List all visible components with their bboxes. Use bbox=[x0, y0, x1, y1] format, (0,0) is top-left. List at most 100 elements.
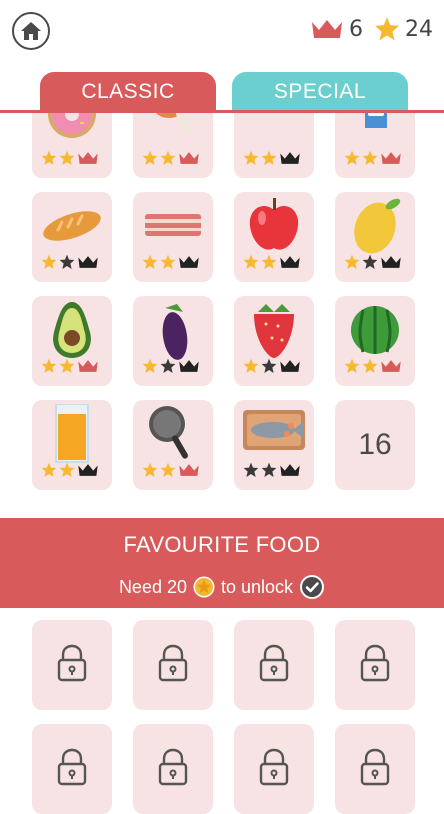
star-icon bbox=[160, 150, 176, 171]
level-card-bread[interactable] bbox=[32, 192, 112, 282]
level-rating bbox=[344, 254, 402, 275]
level-card-apple[interactable] bbox=[234, 192, 314, 282]
tab-special[interactable]: SPECIAL bbox=[232, 72, 408, 112]
chicken-leg-icon bbox=[133, 113, 213, 150]
crown-icon bbox=[380, 150, 402, 171]
level-rating bbox=[243, 254, 301, 275]
locked-level-card[interactable] bbox=[32, 724, 112, 814]
check-circle-icon bbox=[300, 575, 325, 599]
level-card-fish[interactable] bbox=[234, 400, 314, 490]
level-card-orange-juice[interactable] bbox=[32, 400, 112, 490]
crown-icon bbox=[178, 358, 200, 379]
donut-icon bbox=[32, 113, 112, 150]
level-card-watermelon[interactable] bbox=[335, 296, 415, 386]
star-icon bbox=[142, 254, 158, 275]
locked-level-card[interactable] bbox=[335, 620, 415, 710]
star-icon bbox=[243, 358, 259, 379]
strawberry-icon bbox=[234, 302, 314, 358]
crown-count: 6 bbox=[349, 16, 363, 42]
locked-level-card[interactable] bbox=[335, 724, 415, 814]
sausage-icon bbox=[234, 113, 314, 150]
tab-special-label: SPECIAL bbox=[273, 80, 367, 103]
star-icon bbox=[142, 150, 158, 171]
crown-icon bbox=[279, 462, 301, 483]
lock-icon bbox=[358, 748, 392, 791]
level-rating bbox=[142, 254, 200, 275]
locked-level-card[interactable] bbox=[133, 724, 213, 814]
level-rating bbox=[344, 150, 402, 171]
crown-icon bbox=[380, 254, 402, 275]
star-icon bbox=[375, 17, 399, 41]
bacon-icon bbox=[133, 198, 213, 254]
level-rating bbox=[41, 150, 99, 171]
star-icon bbox=[160, 358, 176, 379]
star-icon bbox=[261, 358, 277, 379]
crown-icon bbox=[77, 254, 99, 275]
star-icon bbox=[160, 462, 176, 483]
locked-level-card[interactable] bbox=[133, 620, 213, 710]
level-rating bbox=[41, 462, 99, 483]
bread-icon bbox=[32, 198, 112, 254]
star-icon bbox=[261, 254, 277, 275]
tab-divider bbox=[0, 110, 444, 113]
level-card-bacon[interactable] bbox=[133, 192, 213, 282]
crown-icon bbox=[77, 358, 99, 379]
level-card-locked[interactable]: 16 bbox=[335, 400, 415, 490]
lock-icon bbox=[156, 748, 190, 791]
crown-icon bbox=[77, 150, 99, 171]
locked-level-card[interactable] bbox=[32, 620, 112, 710]
level-card-strawberry[interactable] bbox=[234, 296, 314, 386]
level-card-eggplant[interactable] bbox=[133, 296, 213, 386]
star-icon bbox=[142, 462, 158, 483]
level-rating bbox=[142, 462, 200, 483]
home-button[interactable] bbox=[12, 12, 50, 50]
lemon-icon bbox=[335, 198, 415, 254]
level-card-chicken-leg[interactable] bbox=[133, 113, 213, 178]
unlock-text: to unlock bbox=[221, 576, 294, 597]
level-card-sausage[interactable] bbox=[234, 113, 314, 178]
fish-icon bbox=[234, 406, 314, 462]
crown-icon bbox=[312, 20, 342, 38]
star-icon bbox=[344, 358, 360, 379]
level-rating bbox=[243, 358, 301, 379]
star-icon bbox=[261, 462, 277, 483]
level-rating bbox=[142, 358, 200, 379]
tab-classic[interactable]: CLASSIC bbox=[40, 72, 216, 112]
level-rating bbox=[243, 150, 301, 171]
star-coin-icon bbox=[193, 576, 215, 598]
locked-level-card[interactable] bbox=[234, 620, 314, 710]
level-rating bbox=[41, 254, 99, 275]
star-icon bbox=[59, 462, 75, 483]
star-icon bbox=[344, 150, 360, 171]
star-icon bbox=[41, 462, 57, 483]
star-icon bbox=[160, 254, 176, 275]
star-icon bbox=[142, 358, 158, 379]
star-icon bbox=[243, 254, 259, 275]
level-rating bbox=[344, 358, 402, 379]
crown-icon bbox=[178, 254, 200, 275]
pack-title: FAVOURITE FOOD bbox=[123, 532, 321, 557]
top-bar: 6 24 bbox=[0, 0, 444, 64]
level-card-lemon[interactable] bbox=[335, 192, 415, 282]
svg-text:MILK: MILK bbox=[370, 113, 382, 115]
crown-icon bbox=[178, 150, 200, 171]
star-icon bbox=[243, 462, 259, 483]
watermelon-icon bbox=[335, 302, 415, 358]
home-icon bbox=[21, 22, 41, 40]
crown-icon bbox=[279, 254, 301, 275]
orange-juice-icon bbox=[32, 404, 112, 463]
tab-classic-label: CLASSIC bbox=[81, 80, 175, 103]
star-icon bbox=[59, 150, 75, 171]
level-card-frying-pan[interactable] bbox=[133, 400, 213, 490]
locked-level-card[interactable] bbox=[234, 724, 314, 814]
level-card-avocado[interactable] bbox=[32, 296, 112, 386]
level-rating bbox=[142, 150, 200, 171]
level-card-milk-carton[interactable]: MILK bbox=[335, 113, 415, 178]
unlock-requirement: Need 20 to unlock bbox=[0, 574, 444, 600]
lock-icon bbox=[55, 644, 89, 687]
level-card-donut[interactable] bbox=[32, 113, 112, 178]
crown-icon bbox=[178, 462, 200, 483]
crown-counter: 6 bbox=[310, 14, 363, 44]
avocado-icon bbox=[32, 302, 112, 358]
need-text: Need 20 bbox=[118, 576, 187, 597]
